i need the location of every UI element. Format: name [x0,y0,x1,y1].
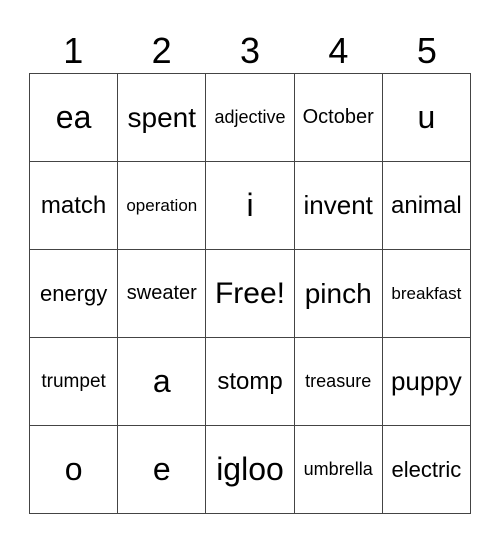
bingo-cell[interactable]: operation [118,162,207,250]
bingo-cell[interactable]: trumpet [30,338,119,426]
bingo-cell[interactable]: umbrella [294,426,383,514]
bingo-cell[interactable]: puppy [382,338,471,426]
bingo-cell[interactable]: animal [382,162,471,250]
bingo-grid: ea spent adjective October u match operation i i… [29,73,471,514]
free-space-cell[interactable]: Free! [206,250,295,338]
bingo-cell[interactable]: energy [30,250,119,338]
column-number: 3 [240,30,261,71]
bingo-cell[interactable]: adjective [206,74,295,162]
column-number: 2 [151,30,172,71]
bingo-cell[interactable]: igloo [206,426,295,514]
bingo-cell[interactable]: electric [382,426,471,514]
bingo-cell[interactable]: sweater [118,250,207,338]
bingo-cell[interactable]: October [294,74,383,162]
column-number: 1 [63,30,84,71]
bingo-cell[interactable]: breakfast [382,250,471,338]
bingo-cell[interactable]: invent [294,162,383,250]
column-number: 5 [416,30,437,71]
bingo-cell[interactable]: u [382,74,471,162]
bingo-cell[interactable]: treasure [294,338,383,426]
bingo-cell[interactable]: spent [118,74,207,162]
bingo-cell[interactable]: i [206,162,295,250]
bingo-cell[interactable]: match [30,162,119,250]
column-number: 4 [328,30,349,71]
bingo-cell[interactable]: ea [30,74,119,162]
bingo-cell[interactable]: stomp [206,338,295,426]
bingo-cell[interactable]: pinch [294,250,383,338]
bingo-cell[interactable]: a [118,338,207,426]
bingo-cell[interactable]: e [118,426,207,514]
column-header: 1 2 3 4 5 [29,30,471,72]
bingo-cell[interactable]: o [30,426,119,514]
